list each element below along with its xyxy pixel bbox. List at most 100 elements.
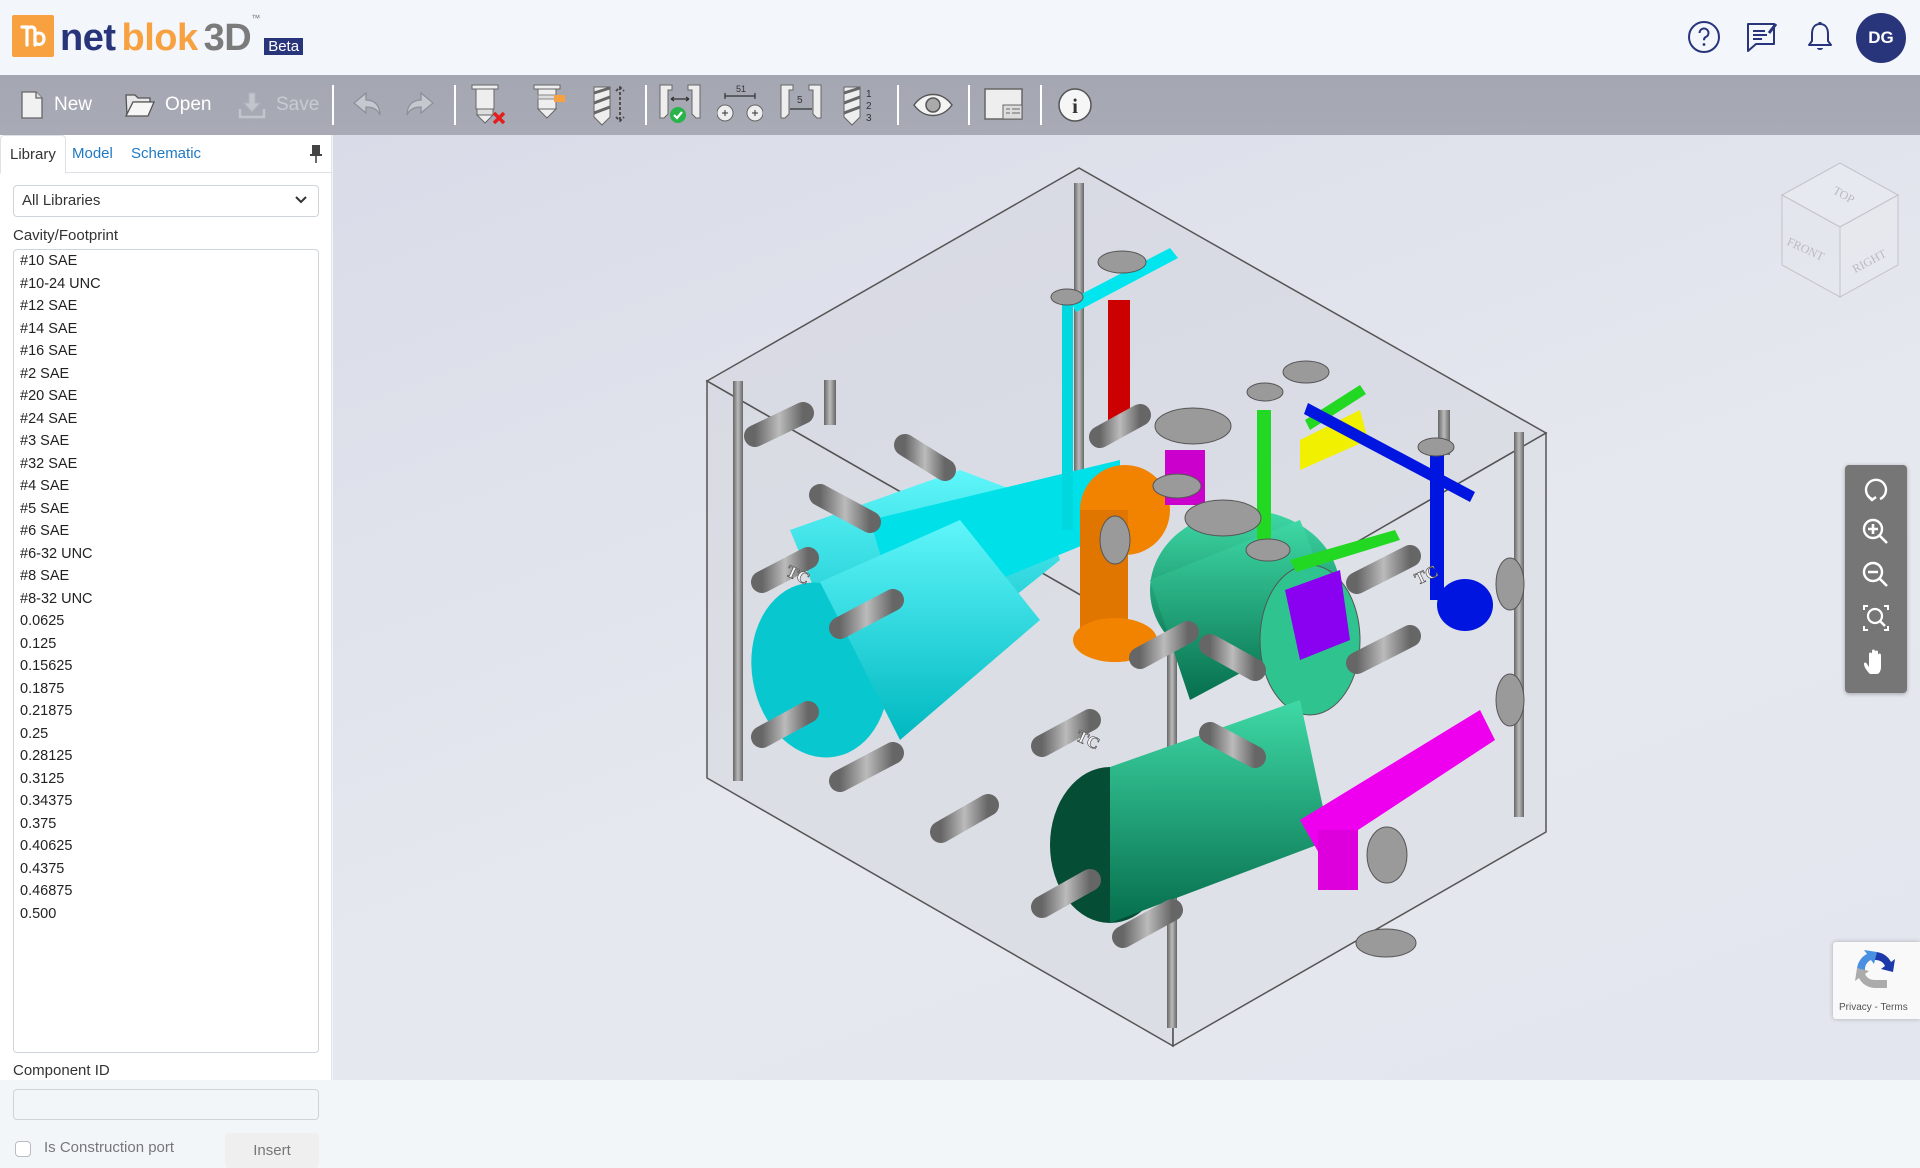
user-avatar[interactable]: DG: [1856, 13, 1906, 63]
svg-text:51: 51: [736, 84, 746, 94]
cavity-list-item[interactable]: #24 SAE: [14, 408, 318, 431]
cavity-spacing-icon[interactable]: 51: [717, 83, 763, 127]
app-header: net blok 3D ™ Beta DG: [0, 0, 1920, 75]
construction-port-checkbox[interactable]: [15, 1141, 31, 1157]
netblok3d-logo[interactable]: net blok 3D ™ Beta: [12, 13, 304, 59]
rotate-icon: [1864, 478, 1888, 502]
notification-bell-icon[interactable]: [1801, 18, 1839, 56]
cavity-list-item[interactable]: #16 SAE: [14, 340, 318, 363]
svg-text:2: 2: [866, 101, 872, 112]
wall-distance-icon[interactable]: 5: [778, 83, 824, 127]
chevron-down-icon: [295, 196, 307, 204]
cavity-list-item[interactable]: #14 SAE: [14, 318, 318, 341]
cavity-list-item[interactable]: 0.15625: [14, 655, 318, 678]
cavity-list-item[interactable]: #2 SAE: [14, 363, 318, 386]
cavity-list-item[interactable]: #6 SAE: [14, 520, 318, 543]
logo-text-blok: blok: [121, 17, 199, 59]
cavity-list-item[interactable]: #8 SAE: [14, 565, 318, 588]
info-button[interactable]: i: [1052, 83, 1098, 127]
toolbar-separator: [332, 85, 334, 125]
construction-port-label: Is Construction port: [44, 1139, 175, 1156]
layout-view-icon[interactable]: [981, 83, 1027, 127]
tab-schematic[interactable]: Schematic: [122, 135, 210, 173]
new-file-icon: [21, 91, 43, 119]
red-passage: [1108, 300, 1130, 425]
drill-order-icon[interactable]: 123: [838, 83, 884, 127]
cavity-list-item[interactable]: 0.4375: [14, 858, 318, 881]
cavity-list-item[interactable]: 0.40625: [14, 835, 318, 858]
cavity-tag-icon[interactable]: [527, 83, 573, 127]
svg-text:5: 5: [797, 95, 803, 106]
cavity-list-item[interactable]: #20 SAE: [14, 385, 318, 408]
manifold-model[interactable]: TC TC TC: [333, 135, 1920, 1080]
cavity-list-item[interactable]: #4 SAE: [14, 475, 318, 498]
toolbar-separator: [1040, 85, 1042, 125]
cavity-list-item[interactable]: #3 SAE: [14, 430, 318, 453]
save-download-icon: [238, 92, 266, 119]
delete-cavity-icon[interactable]: [466, 83, 512, 127]
cavity-list-item[interactable]: #6-32 UNC: [14, 543, 318, 566]
save-label: Save: [276, 94, 320, 115]
drill-depth-icon[interactable]: [586, 83, 632, 127]
library-select-value: All Libraries: [22, 192, 101, 209]
toolbar-separator: [968, 85, 970, 125]
cavity-list-item[interactable]: 0.375: [14, 813, 318, 836]
pin-icon[interactable]: [309, 144, 323, 164]
cavity-list-item[interactable]: 0.3125: [14, 768, 318, 791]
zoom-in-button[interactable]: [1859, 515, 1893, 549]
recaptcha-badge[interactable]: Privacy - Terms: [1833, 942, 1920, 1019]
redo-icon[interactable]: [395, 83, 441, 127]
feedback-icon[interactable]: [1743, 18, 1781, 56]
component-id-label: Component ID: [13, 1062, 110, 1079]
cavity-list-item[interactable]: #32 SAE: [14, 453, 318, 476]
tab-model[interactable]: Model: [63, 135, 122, 173]
cavity-list-item[interactable]: 0.21875: [14, 700, 318, 723]
zoom-out-icon: [1862, 561, 1888, 587]
view-tools-panel: [1845, 465, 1907, 693]
info-icon: i: [1058, 88, 1092, 122]
svg-text:i: i: [1072, 94, 1078, 118]
new-label: New: [54, 94, 93, 115]
cavity-list-item[interactable]: #12 SAE: [14, 295, 318, 318]
insert-button[interactable]: Insert: [225, 1133, 319, 1168]
cavity-list-item[interactable]: #10-24 UNC: [14, 273, 318, 296]
zoom-out-button[interactable]: [1859, 558, 1893, 592]
cavity-list-item[interactable]: #5 SAE: [14, 498, 318, 521]
cavity-list-item[interactable]: 0.25: [14, 723, 318, 746]
recaptcha-links[interactable]: Privacy - Terms: [1839, 1002, 1908, 1013]
visibility-eye-icon[interactable]: [910, 83, 956, 127]
cavity-list-item[interactable]: 0.1875: [14, 678, 318, 701]
pan-hand-icon: [1864, 649, 1881, 674]
open-button[interactable]: Open: [125, 75, 211, 135]
beta-badge: Beta: [264, 38, 304, 55]
cavity-list-item[interactable]: 0.500: [14, 903, 318, 926]
cavity-list-item[interactable]: 0.46875: [14, 880, 318, 903]
pan-button[interactable]: [1859, 645, 1893, 679]
component-id-input[interactable]: [13, 1089, 319, 1120]
open-label: Open: [165, 94, 212, 115]
undo-icon[interactable]: [346, 83, 392, 127]
view-cube[interactable]: TOP FRONT RIGHT: [1770, 155, 1910, 305]
tab-library[interactable]: Library: [0, 135, 66, 174]
library-sidebar: Library Model Schematic All Libraries Ca…: [0, 135, 332, 1168]
cavity-list-item[interactable]: #8-32 UNC: [14, 588, 318, 611]
cavity-list-item[interactable]: 0.0625: [14, 610, 318, 633]
check-clearance-icon[interactable]: [657, 83, 703, 127]
3d-viewport[interactable]: TC TC TC TOP FRONT RIGHT Privacy - Terms: [333, 135, 1920, 1080]
open-folder-icon: [125, 94, 155, 117]
save-button[interactable]: Save: [238, 75, 319, 135]
cavity-list-item[interactable]: #10 SAE: [14, 250, 318, 273]
main-toolbar: New Open Save 51 5 123 i: [0, 75, 1920, 135]
library-select[interactable]: All Libraries: [13, 185, 319, 217]
logo-mark-icon: [12, 15, 54, 57]
zoom-in-icon: [1862, 518, 1888, 544]
cavity-list-item[interactable]: 0.34375: [14, 790, 318, 813]
cavity-list-item[interactable]: 0.28125: [14, 745, 318, 768]
cavity-list-item[interactable]: 0.125: [14, 633, 318, 656]
cavity-footprint-list[interactable]: #10 SAE #10-24 UNC #12 SAE #14 SAE #16 SAE #2…: [13, 249, 319, 1053]
toolbar-separator: [454, 85, 456, 125]
rotate-button[interactable]: [1859, 473, 1893, 507]
zoom-fit-button[interactable]: [1859, 601, 1893, 635]
help-icon[interactable]: [1685, 18, 1723, 56]
new-button[interactable]: New: [20, 75, 92, 135]
